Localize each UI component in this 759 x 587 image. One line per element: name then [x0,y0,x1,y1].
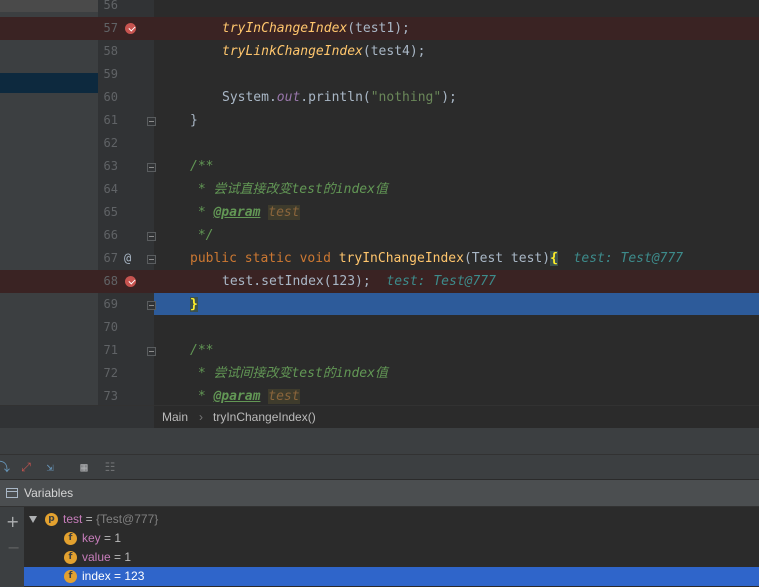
code-text: System.out.println("nothing"); [222,90,457,105]
line-number: 59 [103,67,118,81]
parameter-icon: p [45,513,58,526]
line-number: 60 [103,90,118,104]
variable-row-selected[interactable]: f index = 123 [24,567,759,586]
inline-debug-hint: test: Test@777 [573,251,684,266]
code-comment: */ [190,228,214,243]
code-text: tryLinkChangeIndex(test4); [222,44,426,59]
code-line: 62 [0,132,759,155]
code-line: 60 System.out.println("nothing"); [0,86,759,109]
override-icon[interactable]: @ [124,247,131,270]
breadcrumb-separator-icon: › [199,410,203,424]
code-line: 73 * @param test [0,385,759,405]
line-number: 56 [103,0,118,12]
run-to-cursor-icon[interactable]: ⇲ [42,459,58,475]
variable-text: index = 123 [82,569,145,583]
inline-debug-hint: test: Test@777 [386,274,496,289]
code-line: 56 [0,0,759,17]
drop-frame-icon[interactable]: ⤢ [18,459,34,475]
line-number: 62 [103,136,118,150]
line-number: 58 [103,44,118,58]
line-number: 61 [103,113,118,127]
line-number: 68 [103,274,118,288]
code-text: } [190,113,198,128]
code-line: 61 } [0,109,759,132]
code-text: } [190,297,198,312]
expand-arrow-icon[interactable] [29,516,37,523]
code-line: 64 * 尝试直接改变test的index值 [0,178,759,201]
code-line-breakpoint: 57 tryInChangeIndex(test1); [0,17,759,40]
debug-toolbar: ⤵ ⤢ ⇲ ▦ ☷ [0,455,759,480]
breakpoint-icon[interactable] [125,23,136,34]
code-comment: * @param test [190,389,300,404]
line-number: 66 [103,228,118,242]
code-line: 70 [0,316,759,339]
code-line: 59 [0,63,759,86]
code-text: tryInChangeIndex(test1); [222,21,410,36]
variable-text: test = {Test@777} [63,512,159,526]
code-text: test.setIndex(123); test: Test@777 [222,274,496,289]
code-comment: /** [190,159,214,174]
code-line: 65 * @param test [0,201,759,224]
code-line: 67 @ public static void tryInChangeIndex… [0,247,759,270]
breadcrumb: Main › tryInChangeIndex() [0,405,759,429]
variable-row[interactable]: f key = 1 [24,529,759,548]
line-number: 73 [103,389,118,403]
line-number: 69 [103,297,118,311]
code-comment: /** [190,343,214,358]
code-comment: * 尝试间接改变test的index值 [190,366,388,381]
code-line: 72 * 尝试间接改变test的index值 [0,362,759,385]
breadcrumb-item-class[interactable]: Main [162,406,188,429]
step-over-icon[interactable]: ⤵ [0,459,12,475]
fold-icon[interactable] [147,117,156,126]
fold-icon[interactable] [147,255,156,264]
code-line: 58 tryLinkChangeIndex(test4); [0,40,759,63]
fold-icon[interactable] [147,163,156,172]
breakpoint-icon[interactable] [125,276,136,287]
evaluate-expression-icon[interactable]: ▦ [76,459,92,475]
variables-icon [6,488,18,498]
variables-header: Variables [0,480,759,507]
line-number: 64 [103,182,118,196]
trace-icon[interactable]: ☷ [102,459,118,475]
line-number: 57 [103,21,118,35]
debug-frames-header [0,428,759,455]
code-line-breakpoint: 68 test.setIndex(123); test: Test@777 [0,270,759,293]
breadcrumb-item-method[interactable]: tryInChangeIndex() [213,406,316,429]
execution-highlight [154,293,759,315]
code-comment: * @param test [190,205,300,220]
variable-row[interactable]: f value = 1 [24,548,759,567]
code-line: 71 /** [0,339,759,362]
line-number: 63 [103,159,118,173]
fold-icon[interactable] [147,301,156,310]
line-number: 70 [103,320,118,334]
fold-icon[interactable] [147,232,156,241]
field-icon: f [64,532,77,545]
line-number: 65 [103,205,118,219]
code-line: 66 */ [0,224,759,247]
fold-icon[interactable] [147,347,156,356]
field-icon: f [64,551,77,564]
variables-title: Variables [24,486,74,500]
field-icon: f [64,570,77,583]
breadcrumb-gutter [0,406,154,429]
variable-text: value = 1 [82,550,132,564]
line-number: 67 [103,251,118,265]
add-watch-icon[interactable]: + [6,512,19,531]
code-comment: * 尝试直接改变test的index值 [190,182,388,197]
variables-panel: + − p test = {Test@777} f key = 1 f valu… [0,507,759,587]
code-line: 63 /** [0,155,759,178]
variable-row[interactable]: p test = {Test@777} [24,510,759,529]
code-text: public static void tryInChangeIndex(Test… [190,251,684,266]
remove-watch-icon[interactable]: − [7,538,20,557]
variables-side-toolbar: + − [0,507,24,587]
code-line-execution: 69 } [0,293,759,316]
line-number: 71 [103,343,118,357]
variable-text: key = 1 [82,531,122,545]
line-number: 72 [103,366,118,380]
